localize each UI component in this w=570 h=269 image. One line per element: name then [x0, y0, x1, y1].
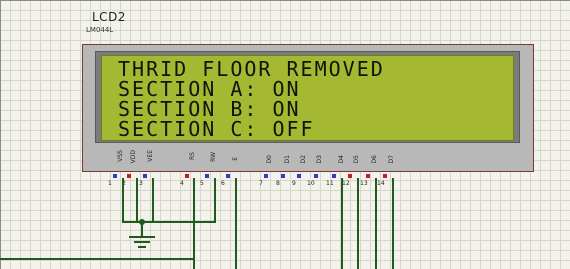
pin-number-8: 8: [276, 180, 280, 187]
pin-label-d5: D5: [353, 155, 360, 164]
lcd-line-4: SECTION C: OFF: [118, 117, 315, 141]
pin-label-e: E: [232, 157, 239, 161]
pin-label-vss: VSS: [117, 150, 124, 162]
wire-ground-bus[interactable]: [122, 221, 154, 223]
pin-number-10: 10: [307, 180, 315, 187]
pin-label-d4: D4: [338, 155, 345, 164]
pin-number-13: 13: [360, 180, 368, 187]
lcd-line-1: THRID FLOOR REMOVED: [118, 57, 385, 81]
wire-rw[interactable]: [214, 178, 216, 222]
pin-number-7: 7: [259, 180, 263, 187]
pin-number-12: 12: [342, 180, 350, 187]
wire-vss[interactable]: [122, 178, 124, 222]
pin-label-d7: D7: [388, 155, 395, 164]
pin-dot-7[interactable]: [264, 174, 268, 178]
pin-dot-1[interactable]: [113, 174, 117, 178]
pin-dot-5[interactable]: [205, 174, 209, 178]
pin-number-5: 5: [200, 180, 204, 187]
pin-label-d2: D2: [300, 155, 307, 164]
lcd-line-3: SECTION B: ON: [118, 97, 301, 121]
pin-number-14: 14: [377, 180, 385, 187]
pin-number-1: 1: [108, 180, 112, 187]
pin-number-3: 3: [139, 180, 143, 187]
pin-dot-13[interactable]: [366, 174, 370, 178]
wire-vdd[interactable]: [136, 178, 138, 222]
pin-dot-8[interactable]: [281, 174, 285, 178]
pin-label-d1: D1: [284, 155, 291, 164]
pin-dot-9[interactable]: [297, 174, 301, 178]
pin-label-vdd: VDD: [130, 150, 137, 164]
pin-dot-3[interactable]: [143, 174, 147, 178]
pin-number-9: 9: [292, 180, 296, 187]
wire-vee[interactable]: [152, 178, 154, 222]
pin-dot-12[interactable]: [348, 174, 352, 178]
junction-dot-icon: [139, 219, 145, 225]
pin-number-4: 4: [180, 180, 184, 187]
pin-dot-2[interactable]: [127, 174, 131, 178]
wire-d7[interactable]: [392, 178, 394, 269]
pin-dot-11[interactable]: [332, 174, 336, 178]
pin-label-vee: VEE: [147, 150, 154, 162]
pin-number-11: 11: [326, 180, 334, 187]
frame-top-line: [0, 0, 570, 1]
pin-label-rw: RW: [210, 152, 217, 162]
component-name: LCD2: [92, 10, 126, 24]
lcd-line-2: SECTION A: ON: [118, 77, 301, 101]
pin-dot-14[interactable]: [383, 174, 387, 178]
wire-d4[interactable]: [341, 178, 343, 269]
ground-symbol-icon: [129, 236, 155, 238]
pin-label-d0: D0: [266, 155, 273, 164]
pin-number-6: 6: [221, 180, 225, 187]
pin-label-d6: D6: [371, 155, 378, 164]
wire-d6[interactable]: [375, 178, 377, 269]
pin-label-d3: D3: [316, 155, 323, 164]
component-model: LM044L: [86, 26, 114, 34]
ground-symbol-line-2: [134, 241, 150, 243]
ground-symbol-line-3: [138, 246, 146, 248]
pin-dot-10[interactable]: [314, 174, 318, 178]
wire-rw-horizontal[interactable]: [153, 221, 216, 223]
pin-dot-4[interactable]: [185, 174, 189, 178]
wire-bottom-horizontal[interactable]: [0, 258, 195, 260]
wire-d5[interactable]: [357, 178, 359, 269]
pin-label-rs: RS: [189, 152, 196, 160]
wire-e[interactable]: [235, 178, 237, 269]
wire-rs[interactable]: [193, 178, 195, 269]
frame-left-line: [0, 0, 1, 269]
pin-dot-6[interactable]: [226, 174, 230, 178]
